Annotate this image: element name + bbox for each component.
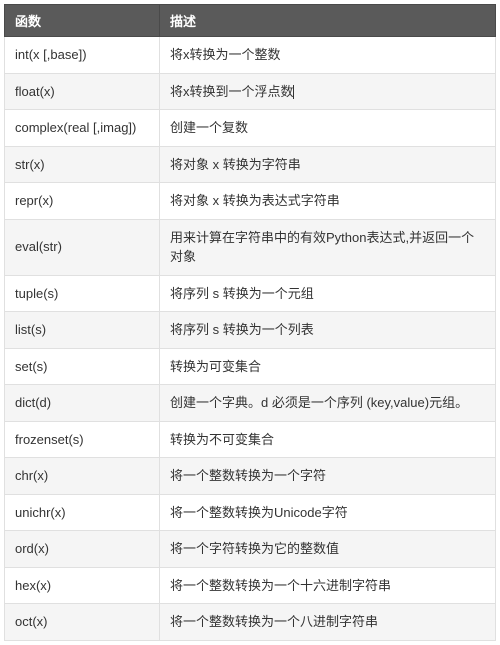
table-row: hex(x)将一个整数转换为一个十六进制字符串 [5, 567, 496, 604]
cell-function: unichr(x) [5, 494, 160, 531]
type-conversion-table: 函数 描述 int(x [,base])将x转换为一个整数float(x)将x转… [4, 4, 496, 641]
cell-function: oct(x) [5, 604, 160, 641]
table-header: 函数 描述 [5, 5, 496, 37]
table-row: tuple(s)将序列 s 转换为一个元组 [5, 275, 496, 312]
cell-description: 将对象 x 转换为字符串 [160, 146, 496, 183]
cell-description: 将一个整数转换为一个字符 [160, 458, 496, 495]
table-row: list(s)将序列 s 转换为一个列表 [5, 312, 496, 349]
text-cursor [293, 85, 294, 99]
cell-function: float(x) [5, 73, 160, 110]
cell-function: int(x [,base]) [5, 37, 160, 74]
cell-function: str(x) [5, 146, 160, 183]
cell-function: tuple(s) [5, 275, 160, 312]
cell-function: eval(str) [5, 219, 160, 275]
cell-description: 创建一个字典。d 必须是一个序列 (key,value)元组。 [160, 385, 496, 422]
cell-description: 将序列 s 转换为一个元组 [160, 275, 496, 312]
cell-function: complex(real [,imag]) [5, 110, 160, 147]
table-row: oct(x)将一个整数转换为一个八进制字符串 [5, 604, 496, 641]
cell-function: hex(x) [5, 567, 160, 604]
cell-function: frozenset(s) [5, 421, 160, 458]
table-row: float(x)将x转换到一个浮点数 [5, 73, 496, 110]
cell-description: 将一个整数转换为一个十六进制字符串 [160, 567, 496, 604]
cell-function: list(s) [5, 312, 160, 349]
table-row: frozenset(s)转换为不可变集合 [5, 421, 496, 458]
cell-description: 将序列 s 转换为一个列表 [160, 312, 496, 349]
header-function: 函数 [5, 5, 160, 37]
header-description: 描述 [160, 5, 496, 37]
cell-description: 用来计算在字符串中的有效Python表达式,并返回一个对象 [160, 219, 496, 275]
cell-description: 将对象 x 转换为表达式字符串 [160, 183, 496, 220]
table-row: chr(x)将一个整数转换为一个字符 [5, 458, 496, 495]
cell-description: 转换为不可变集合 [160, 421, 496, 458]
cell-function: repr(x) [5, 183, 160, 220]
table-row: eval(str)用来计算在字符串中的有效Python表达式,并返回一个对象 [5, 219, 496, 275]
cell-description: 创建一个复数 [160, 110, 496, 147]
cell-description: 将一个字符转换为它的整数值 [160, 531, 496, 568]
cell-description: 转换为可变集合 [160, 348, 496, 385]
cell-function: set(s) [5, 348, 160, 385]
table-body: int(x [,base])将x转换为一个整数float(x)将x转换到一个浮点… [5, 37, 496, 641]
table-row: repr(x)将对象 x 转换为表达式字符串 [5, 183, 496, 220]
cell-description: 将一个整数转换为一个八进制字符串 [160, 604, 496, 641]
table-row: unichr(x)将一个整数转换为Unicode字符 [5, 494, 496, 531]
table-row: set(s)转换为可变集合 [5, 348, 496, 385]
cell-description: 将x转换到一个浮点数 [160, 73, 496, 110]
table-row: ord(x)将一个字符转换为它的整数值 [5, 531, 496, 568]
cell-function: dict(d) [5, 385, 160, 422]
table-row: complex(real [,imag])创建一个复数 [5, 110, 496, 147]
table-row: str(x)将对象 x 转换为字符串 [5, 146, 496, 183]
cell-description: 将一个整数转换为Unicode字符 [160, 494, 496, 531]
cell-description: 将x转换为一个整数 [160, 37, 496, 74]
table-row: dict(d)创建一个字典。d 必须是一个序列 (key,value)元组。 [5, 385, 496, 422]
cell-function: ord(x) [5, 531, 160, 568]
table-row: int(x [,base])将x转换为一个整数 [5, 37, 496, 74]
cell-function: chr(x) [5, 458, 160, 495]
